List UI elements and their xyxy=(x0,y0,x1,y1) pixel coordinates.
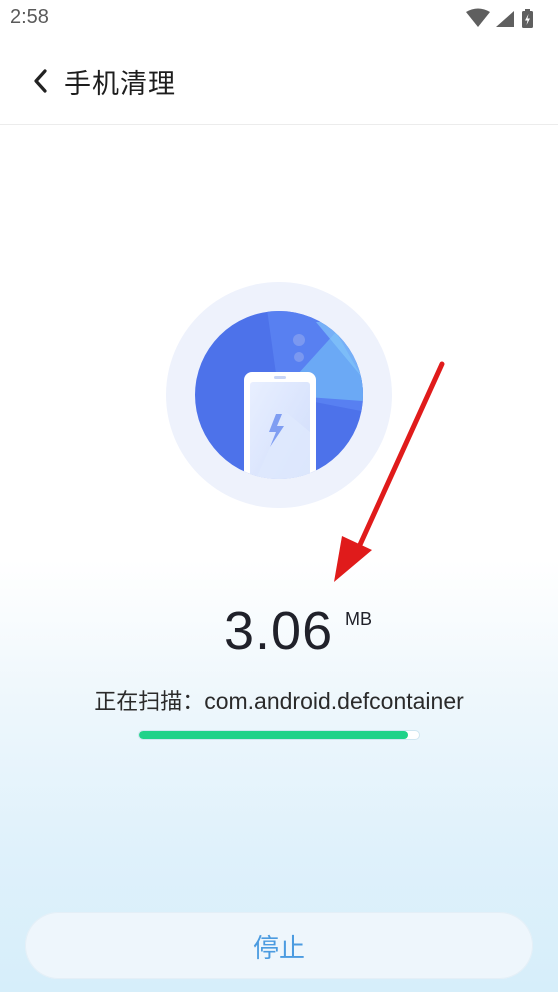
scan-progress-fill xyxy=(139,731,408,739)
app-bar: 手机清理 xyxy=(0,38,558,125)
scan-progress-bar xyxy=(138,730,420,740)
status-icons xyxy=(464,8,544,30)
scanned-size: 3.06 MB xyxy=(0,600,558,670)
status-bar: 2:58 xyxy=(0,0,558,38)
stop-button[interactable]: 停止 xyxy=(25,912,533,979)
scan-status: 正在扫描：com.android.defcontainer xyxy=(0,684,558,716)
page-title: 手机清理 xyxy=(64,69,176,100)
scan-package-name: com.android.defcontainer xyxy=(204,688,464,714)
wifi-icon xyxy=(466,8,490,27)
status-time: 2:58 xyxy=(10,6,49,28)
cellular-signal-icon xyxy=(496,11,514,27)
scan-status-label: 正在扫描： xyxy=(94,690,205,715)
phone-clean-illustration xyxy=(166,282,392,508)
back-button[interactable] xyxy=(28,65,56,97)
stop-button-label: 停止 xyxy=(252,934,305,964)
scanned-size-value: 3.06 xyxy=(224,601,334,661)
scanned-size-unit: MB xyxy=(345,609,372,629)
chevron-left-icon xyxy=(34,69,47,93)
battery-charging-icon xyxy=(522,9,533,28)
